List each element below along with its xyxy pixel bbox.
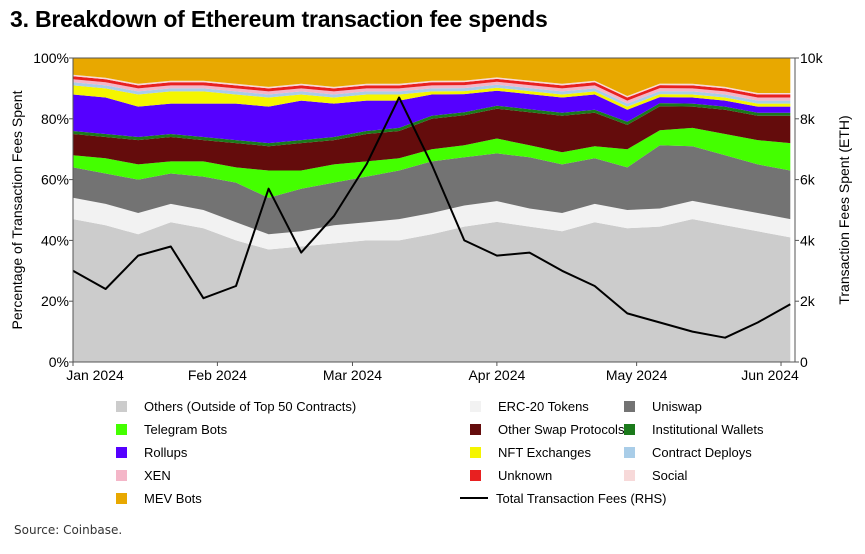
legend-label: MEV Bots bbox=[144, 490, 202, 506]
legend-label: XEN bbox=[144, 467, 171, 483]
legend-swatch bbox=[470, 400, 481, 412]
legend-label: Telegram Bots bbox=[144, 421, 228, 437]
legend-label: Social bbox=[652, 467, 688, 483]
legend-swatch bbox=[624, 423, 635, 435]
legend-item: Uniswap bbox=[620, 396, 702, 416]
x-tick-label: Mar 2024 bbox=[323, 367, 382, 383]
legend-item: Total Transaction Fees (RHS) bbox=[460, 488, 667, 508]
legend-item: Other Swap Protocols bbox=[466, 419, 624, 439]
left-tick-label: 20% bbox=[41, 293, 69, 309]
right-axis-label: Transaction Fees Spent (ETH) bbox=[836, 115, 852, 304]
legend-swatch bbox=[624, 400, 635, 412]
x-tick-label: Feb 2024 bbox=[188, 367, 247, 383]
legend-item: Unknown bbox=[466, 465, 552, 485]
legend-line-swatch bbox=[460, 497, 488, 499]
x-tick-label: Jun 2024 bbox=[741, 367, 799, 383]
right-tick-label: 2k bbox=[800, 293, 816, 309]
legend-label: Institutional Wallets bbox=[652, 421, 764, 437]
legend-swatch bbox=[116, 423, 127, 435]
legend-item: Contract Deploys bbox=[620, 442, 752, 462]
legend-item: NFT Exchanges bbox=[466, 442, 591, 462]
legend-item: ERC-20 Tokens bbox=[466, 396, 589, 416]
left-tick-label: 100% bbox=[33, 50, 69, 66]
left-axis-label: Percentage of Transaction Fees Spent bbox=[9, 90, 25, 329]
left-tick-label: 60% bbox=[41, 172, 69, 188]
legend-item: Rollups bbox=[112, 442, 187, 462]
legend-swatch bbox=[116, 446, 127, 458]
legend-label: NFT Exchanges bbox=[498, 444, 591, 460]
legend-swatch bbox=[470, 446, 481, 458]
legend-item: Social bbox=[620, 465, 687, 485]
right-tick-label: 8k bbox=[800, 111, 816, 127]
left-tick-label: 80% bbox=[41, 111, 69, 127]
legend-label: Total Transaction Fees (RHS) bbox=[496, 490, 667, 506]
right-tick-label: 4k bbox=[800, 232, 816, 248]
legend-item: Others (Outside of Top 50 Contracts) bbox=[112, 396, 356, 416]
x-tick-label: May 2024 bbox=[606, 367, 668, 383]
left-tick-label: 40% bbox=[41, 232, 69, 248]
area-others-outside-of-top-50-contracts bbox=[73, 219, 791, 362]
right-tick-label: 6k bbox=[800, 172, 816, 188]
legend-swatch bbox=[624, 469, 635, 481]
x-tick-label: Jan 2024 bbox=[66, 367, 124, 383]
right-tick-label: 0 bbox=[800, 354, 808, 370]
source-note: Source: Coinbase. bbox=[14, 523, 123, 537]
legend-label: Other Swap Protocols bbox=[498, 421, 625, 437]
legend-swatch bbox=[116, 492, 127, 504]
legend-label: Rollups bbox=[144, 444, 188, 460]
legend-item: Institutional Wallets bbox=[620, 419, 764, 439]
area-layers bbox=[73, 58, 791, 362]
legend-label: Contract Deploys bbox=[652, 444, 752, 460]
legend-label: Unknown bbox=[498, 467, 553, 483]
legend-swatch bbox=[624, 446, 635, 458]
x-tick-label: Apr 2024 bbox=[468, 367, 525, 383]
legend-label: Others (Outside of Top 50 Contracts) bbox=[144, 398, 357, 414]
stacked-area-chart: 0%20%40%60%80%100%02k4k6k8k10kJan 2024 Fe… bbox=[9, 50, 852, 383]
right-tick-label: 10k bbox=[800, 50, 824, 66]
legend-label: ERC-20 Tokens bbox=[498, 398, 589, 414]
legend-swatch bbox=[116, 400, 127, 412]
legend-label: Uniswap bbox=[652, 398, 702, 414]
legend-swatch bbox=[116, 469, 127, 481]
legend-swatch bbox=[470, 469, 481, 481]
legend-item: Telegram Bots bbox=[112, 419, 227, 439]
legend-swatch bbox=[470, 423, 481, 435]
legend-item: MEV Bots bbox=[112, 488, 202, 508]
legend-item: XEN bbox=[112, 465, 171, 485]
